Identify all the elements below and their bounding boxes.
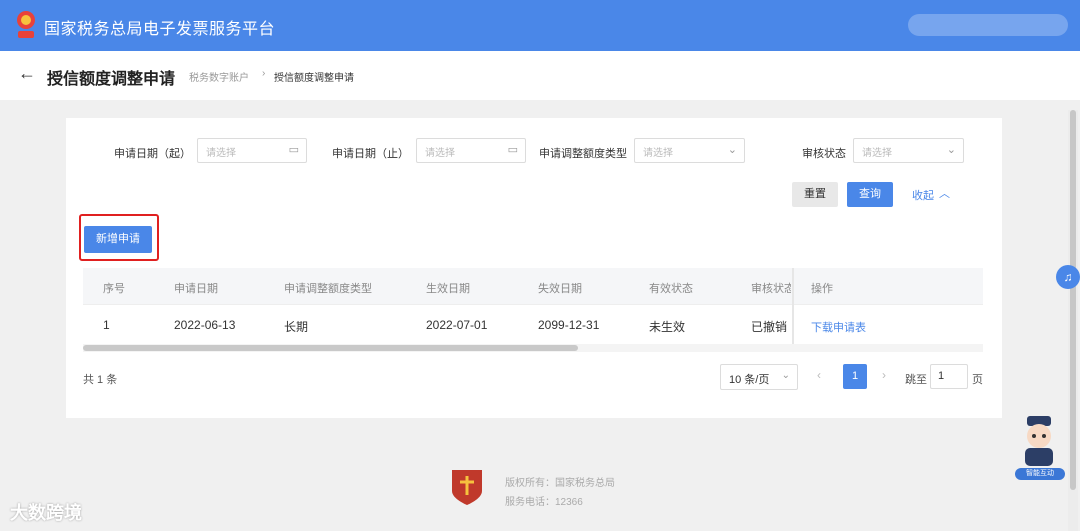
col-valid-status: 有效状态 — [649, 283, 693, 295]
audit-status-label: 审核状态 — [802, 148, 846, 160]
arrow-left-icon[interactable]: ← — [18, 63, 36, 84]
page-size-select[interactable]: 10 条/页 ⌄ — [720, 364, 798, 390]
cell-adjust-type: 长期 — [284, 320, 309, 334]
end-date-placeholder: 请选择 — [425, 148, 455, 159]
top-bar: 国家税务总局电子发票服务平台 — [0, 0, 1080, 51]
chevron-down-icon: ⌄ — [727, 144, 737, 156]
audit-status-select[interactable]: 请选择 ⌄ — [853, 138, 964, 163]
start-date-label: 申请日期（起） — [114, 148, 191, 160]
chevron-left-icon[interactable]: ‹ — [817, 368, 821, 382]
col-audit-status: 审核状态 — [751, 283, 791, 295]
adjust-type-placeholder: 请选择 — [643, 148, 673, 159]
horizontal-scroll-thumb[interactable] — [83, 345, 578, 351]
col-expire-date: 失效日期 — [538, 283, 582, 295]
total-count: 共 1 条 — [83, 374, 118, 386]
page-title: 授信额度调整申请 — [47, 71, 176, 88]
cell-expire-date: 2099-12-31 — [538, 318, 600, 332]
new-application-button[interactable]: 新增申请 — [84, 226, 152, 253]
table-header — [83, 268, 983, 304]
col-effective-date: 生效日期 — [426, 283, 470, 295]
col-action: 操作 — [811, 283, 833, 295]
cell-index: 1 — [103, 318, 110, 332]
calendar-icon: ▭ — [507, 144, 518, 156]
cell-audit-status: 已撤销 — [751, 320, 788, 334]
page-header: ← 授信额度调整申请 税务数字账户 › 授信额度调整申请 — [0, 51, 1080, 100]
chevron-right-icon[interactable]: › — [882, 368, 886, 382]
current-page-button[interactable]: 1 — [843, 364, 867, 389]
start-date-field[interactable]: 请选择 ▭ — [197, 138, 307, 163]
calendar-icon: ▭ — [288, 144, 299, 156]
col-apply-date: 申请日期 — [174, 283, 218, 295]
copyright-text: 版权所有：国家税务总局 — [505, 478, 615, 489]
adjust-type-select[interactable]: 请选择 ⌄ — [634, 138, 745, 163]
chevron-up-icon[interactable]: ︿ — [939, 185, 950, 201]
vertical-scroll-thumb[interactable] — [1070, 110, 1076, 490]
col-index: 序号 — [103, 283, 125, 295]
assistant-label[interactable]: 智能互动 — [1015, 468, 1065, 480]
query-button[interactable]: 查询 — [847, 182, 893, 207]
audit-status-placeholder: 请选择 — [862, 148, 892, 159]
end-date-label: 申请日期（止） — [332, 148, 409, 160]
tax-shield-icon — [452, 470, 482, 505]
reset-button[interactable]: 重置 — [792, 182, 838, 207]
fixed-column-divider — [792, 268, 794, 344]
cell-effective-date: 2022-07-01 — [426, 318, 488, 332]
breadcrumb-parent[interactable]: 税务数字账户 — [189, 69, 249, 84]
download-form-link[interactable]: 下载申请表 — [811, 319, 866, 335]
chevron-down-icon: ⌄ — [781, 370, 790, 381]
goto-page-input[interactable]: 1 — [930, 364, 968, 389]
end-date-field[interactable]: 请选择 ▭ — [416, 138, 526, 163]
col-adjust-type: 申请调整额度类型 — [284, 283, 372, 295]
start-date-placeholder: 请选择 — [206, 148, 236, 159]
headset-icon[interactable]: ♫ — [1056, 265, 1080, 289]
user-info-blurred[interactable] — [908, 14, 1068, 36]
app-title: 国家税务总局电子发票服务平台 — [44, 21, 276, 38]
adjust-type-label: 申请调整额度类型 — [539, 148, 627, 160]
breadcrumb-separator: › — [262, 68, 266, 79]
service-phone: 服务电话：12366 — [505, 497, 583, 508]
goto-suffix: 页 — [972, 374, 983, 386]
tax-emblem-icon — [17, 11, 35, 38]
goto-prefix: 跳至 — [905, 374, 927, 386]
cell-apply-date: 2022-06-13 — [174, 318, 236, 332]
chevron-down-icon: ⌄ — [946, 144, 956, 156]
cell-valid-status: 未生效 — [649, 320, 686, 334]
collapse-link[interactable]: 收起 — [912, 187, 934, 203]
row-divider — [83, 304, 983, 305]
breadcrumb-current: 授信额度调整申请 — [274, 73, 354, 84]
watermark-text: 大数跨境 — [10, 503, 82, 523]
page-size-value: 10 条/页 — [729, 374, 770, 386]
